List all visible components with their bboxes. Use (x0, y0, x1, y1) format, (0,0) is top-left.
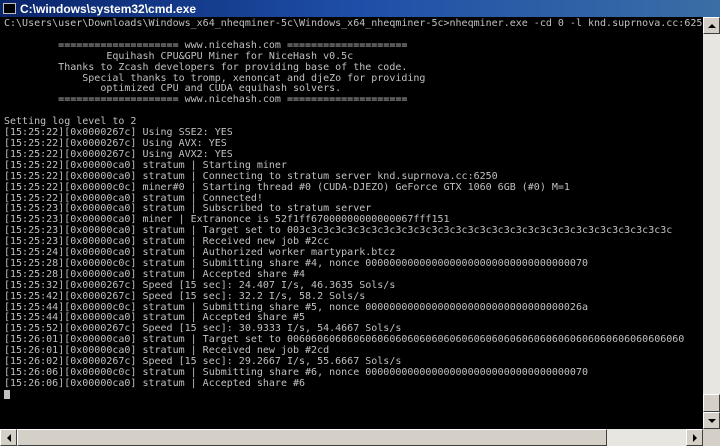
horizontal-scrollbar[interactable] (0, 429, 703, 446)
console-line: [15:25:23][0x00000ca0] stratum | Target … (4, 225, 673, 237)
scroll-down-button[interactable] (703, 412, 720, 429)
console-line: [15:25:44][0x00000ca0] stratum | Accepte… (4, 312, 306, 324)
console-line: [15:25:24][0x00000ca0] stratum | Authori… (4, 247, 396, 259)
left-arrow-icon (6, 433, 11, 442)
console-line: [15:25:42][0x0000267c] Speed [15 sec]: 3… (4, 290, 366, 302)
text-cursor (4, 389, 10, 399)
console-line: ==================== www.nicehash.com ==… (4, 39, 408, 51)
right-arrow-icon (692, 433, 697, 442)
console-line: [15:25:44][0x00000c0c] stratum | Submitt… (4, 301, 588, 313)
console-line: [15:25:22][0x0000267c] Using SSE2: YES (4, 127, 233, 139)
console-line: [15:25:23][0x00000ca0] miner | Extranonc… (4, 214, 450, 226)
console-line: [15:26:01][0x00000ca0] stratum | Target … (4, 334, 685, 346)
console-line: Special thanks to tromp, xenoncat and dj… (4, 72, 426, 84)
console-line: [15:25:23][0x00000ca0] stratum | Subscri… (4, 203, 372, 215)
console-line: [15:25:22][0x0000267c] Using AVX: YES (4, 137, 227, 149)
vertical-scrollbar[interactable] (703, 17, 720, 429)
console-line: [15:25:32][0x0000267c] Speed [15 sec]: 2… (4, 279, 396, 291)
console-line: [15:25:22][0x00000ca0] stratum | Connect… (4, 192, 263, 204)
horizontal-scroll-thumb[interactable] (17, 429, 607, 446)
console-line: [15:26:06][0x00000c0c] stratum | Submitt… (4, 367, 588, 378)
console-line: optimized CPU and CUDA equihash solvers. (4, 83, 342, 95)
console-line: [15:26:01][0x00000ca0] stratum | Receive… (4, 345, 330, 357)
console-line: [15:25:23][0x00000ca0] stratum | Receive… (4, 236, 330, 248)
console-line: C:\Users\user\Downloads\Windows_x64_nheq… (4, 18, 703, 29)
console-line: [15:25:52][0x0000267c] Speed [15 sec]: 3… (4, 323, 402, 335)
cmd-window: C:\windows\system32\cmd.exe C:\Users\use… (0, 0, 720, 446)
cmd-icon[interactable] (3, 3, 16, 14)
console-output[interactable]: C:\Users\user\Downloads\Windows_x64_nheq… (0, 17, 703, 429)
title-bar[interactable]: C:\windows\system32\cmd.exe (0, 0, 720, 17)
console-line: [15:25:22][0x00000ca0] stratum | Startin… (4, 159, 287, 171)
console-line: Equihash CPU&GPU Miner for NiceHash v0.5… (4, 50, 354, 62)
up-arrow-icon (707, 23, 716, 28)
down-arrow-icon (707, 418, 716, 423)
vertical-scroll-thumb[interactable] (703, 394, 720, 412)
console-text: C:\Users\user\Downloads\Windows_x64_nheq… (0, 17, 703, 402)
console-line: [15:25:28][0x00000ca0] stratum | Accepte… (4, 268, 306, 280)
scrollbar-corner (703, 429, 720, 446)
scroll-left-button[interactable] (0, 429, 17, 446)
console-line: [15:26:02][0x0000267c] Speed [15 sec]: 2… (4, 356, 402, 368)
console-line: Thanks to Zcash developers for providing… (4, 61, 408, 73)
scroll-up-button[interactable] (703, 17, 720, 34)
console-line: Setting log level to 2 (4, 116, 137, 128)
window-title: C:\windows\system32\cmd.exe (20, 1, 197, 16)
console-line: [15:26:06][0x00000ca0] stratum | Accepte… (4, 377, 306, 389)
console-line: [15:25:22][0x00000ca0] stratum | Connect… (4, 170, 498, 182)
scroll-right-button[interactable] (686, 429, 703, 446)
console-line: [15:25:28][0x00000c0c] stratum | Submitt… (4, 257, 588, 269)
console-line: ==================== www.nicehash.com ==… (4, 94, 408, 106)
console-line: [15:25:22][0x0000267c] Using AVX2: YES (4, 148, 233, 160)
console-line: [15:25:22][0x00000c0c] miner#0 | Startin… (4, 181, 570, 193)
